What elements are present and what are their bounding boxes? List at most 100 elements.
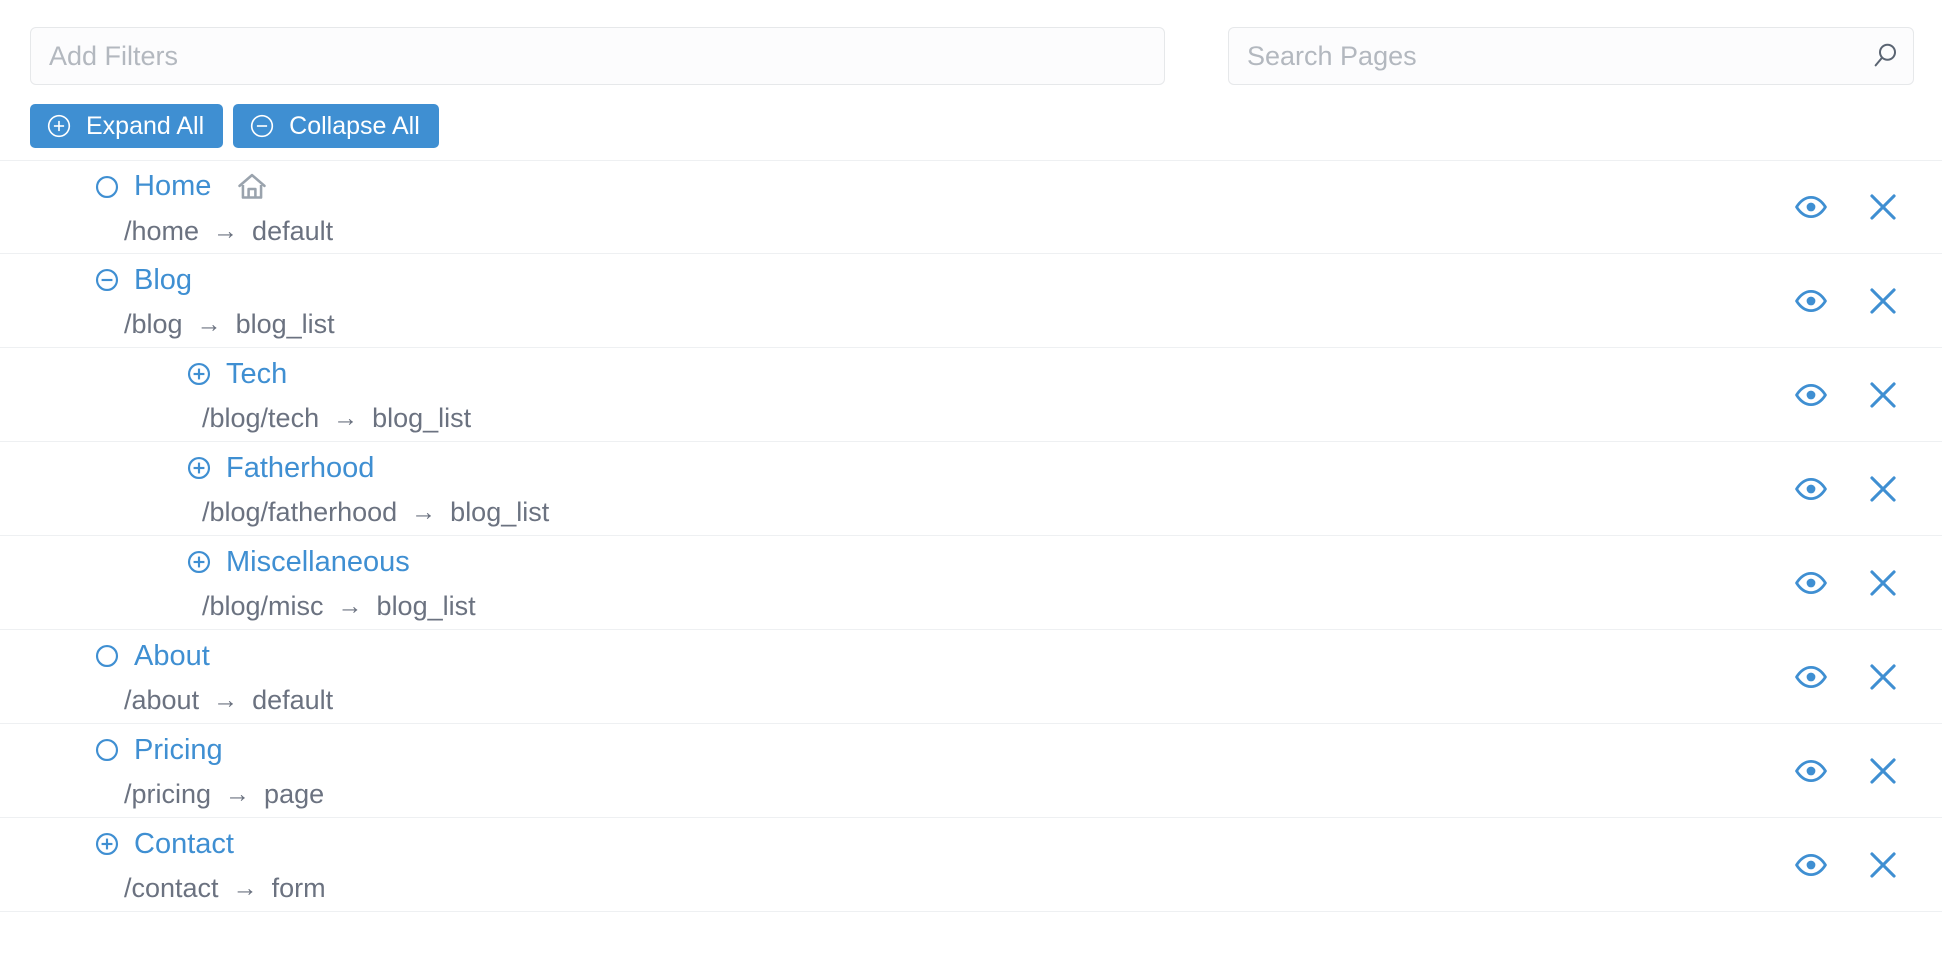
plus-circle-icon[interactable] bbox=[94, 831, 120, 857]
page-path: /home bbox=[124, 215, 200, 246]
tree-row-title: Tech bbox=[186, 355, 1722, 393]
page-tree-manager: Expand All Collapse All Home/home → defaul… bbox=[0, 0, 1942, 964]
home-icon bbox=[238, 173, 267, 199]
page-name-link[interactable]: Tech bbox=[226, 359, 287, 389]
tree-row-meta: /about → default bbox=[94, 685, 1722, 716]
row-actions bbox=[1794, 818, 1900, 911]
expand-all-label: Expand All bbox=[86, 111, 205, 140]
tree-row-title: Miscellaneous bbox=[186, 543, 1722, 581]
close-x-icon[interactable] bbox=[1866, 754, 1900, 788]
tree-row-content: Fatherhood/blog/fatherhood → blog_list bbox=[0, 442, 1722, 535]
circle-empty-icon[interactable] bbox=[94, 174, 120, 200]
page-path: /contact bbox=[124, 873, 219, 903]
tree-row-meta: /blog → blog_list bbox=[94, 309, 1722, 340]
eye-icon[interactable] bbox=[1794, 284, 1828, 318]
tree-row-title: Contact bbox=[94, 825, 1722, 863]
collapse-all-label: Collapse All bbox=[289, 111, 420, 140]
collapse-all-button[interactable]: Collapse All bbox=[233, 104, 439, 148]
eye-icon[interactable] bbox=[1794, 378, 1828, 412]
page-name-link[interactable]: Pricing bbox=[134, 735, 223, 765]
row-actions bbox=[1794, 254, 1900, 347]
page-path: /about bbox=[124, 685, 200, 715]
row-actions bbox=[1794, 630, 1900, 723]
search-container bbox=[1228, 27, 1914, 85]
tree-row-title: Fatherhood bbox=[186, 449, 1722, 487]
close-x-icon[interactable] bbox=[1866, 566, 1900, 600]
tree-row: Contact/contact → form bbox=[0, 818, 1942, 912]
arrow-right-icon: → bbox=[213, 216, 239, 245]
eye-icon[interactable] bbox=[1794, 190, 1828, 224]
search-input[interactable] bbox=[1228, 27, 1914, 85]
page-name-link[interactable]: Miscellaneous bbox=[226, 547, 410, 577]
close-x-icon[interactable] bbox=[1866, 472, 1900, 506]
tree-row-title: Pricing bbox=[94, 731, 1722, 769]
page-template: default bbox=[252, 215, 334, 246]
tree-row-meta: /contact → form bbox=[94, 873, 1722, 904]
minus-circle-icon[interactable] bbox=[94, 267, 120, 293]
page-name-link[interactable]: Contact bbox=[134, 829, 234, 859]
plus-circle-icon[interactable] bbox=[186, 455, 212, 481]
arrow-right-icon: → bbox=[196, 310, 222, 338]
page-template: form bbox=[271, 873, 326, 903]
arrow-right-icon: → bbox=[213, 686, 239, 714]
tree-row-meta: /pricing → page bbox=[94, 779, 1722, 810]
tree-row-content: Contact/contact → form bbox=[0, 818, 1722, 911]
arrow-right-icon: → bbox=[232, 874, 258, 902]
close-x-icon[interactable] bbox=[1866, 378, 1900, 412]
tree-row: Home/home → default bbox=[0, 160, 1942, 254]
row-actions bbox=[1794, 724, 1900, 817]
eye-icon[interactable] bbox=[1794, 660, 1828, 694]
page-name-link[interactable]: Home bbox=[134, 172, 211, 201]
arrow-right-icon: → bbox=[411, 498, 437, 526]
page-tree: Home/home → default Blog/blog → blog_list Tech… bbox=[0, 160, 1942, 912]
page-template: blog_list bbox=[376, 591, 476, 621]
eye-icon[interactable] bbox=[1794, 848, 1828, 882]
tree-row-content: Miscellaneous/blog/misc → blog_list bbox=[0, 536, 1722, 629]
plus-circle-icon[interactable] bbox=[186, 549, 212, 575]
tree-row: Fatherhood/blog/fatherhood → blog_list bbox=[0, 442, 1942, 536]
row-actions bbox=[1794, 536, 1900, 629]
bulk-action-buttons: Expand All Collapse All bbox=[30, 104, 439, 148]
tree-row: Miscellaneous/blog/misc → blog_list bbox=[0, 536, 1942, 630]
tree-row: Pricing/pricing → page bbox=[0, 724, 1942, 818]
tree-row-content: Pricing/pricing → page bbox=[0, 724, 1722, 817]
page-name-link[interactable]: Fatherhood bbox=[226, 453, 374, 483]
row-actions bbox=[1794, 161, 1900, 253]
page-name-link[interactable]: Blog bbox=[134, 265, 192, 295]
filter-input[interactable] bbox=[30, 27, 1165, 85]
page-path: /blog/misc bbox=[202, 591, 324, 621]
close-x-icon[interactable] bbox=[1866, 660, 1900, 694]
minus-circle-icon bbox=[251, 114, 274, 138]
toolbar: Expand All Collapse All bbox=[0, 0, 1942, 160]
page-path: /blog/tech bbox=[202, 403, 320, 433]
tree-row-meta: /blog/misc → blog_list bbox=[186, 591, 1722, 622]
eye-icon[interactable] bbox=[1794, 754, 1828, 788]
eye-icon[interactable] bbox=[1794, 566, 1828, 600]
eye-icon[interactable] bbox=[1794, 472, 1828, 506]
circle-empty-icon[interactable] bbox=[94, 643, 120, 669]
tree-row-content: About/about → default bbox=[0, 630, 1722, 723]
plus-circle-icon bbox=[47, 114, 71, 138]
page-path: /pricing bbox=[124, 779, 212, 809]
page-template: blog_list bbox=[372, 403, 472, 433]
arrow-right-icon: → bbox=[333, 404, 359, 432]
tree-row-title: Home bbox=[94, 168, 1722, 206]
tree-row-title: About bbox=[94, 637, 1722, 675]
page-template: default bbox=[252, 685, 334, 715]
tree-row: About/about → default bbox=[0, 630, 1942, 724]
tree-row: Tech/blog/tech → blog_list bbox=[0, 348, 1942, 442]
page-name-link[interactable]: About bbox=[134, 641, 210, 671]
page-path: /blog/fatherhood bbox=[202, 497, 398, 527]
row-actions bbox=[1794, 442, 1900, 535]
tree-row-meta: /home → default bbox=[94, 216, 1722, 247]
page-template: page bbox=[264, 779, 325, 809]
circle-empty-icon[interactable] bbox=[94, 737, 120, 763]
close-x-icon[interactable] bbox=[1866, 848, 1900, 882]
plus-circle-icon[interactable] bbox=[186, 361, 212, 387]
close-x-icon[interactable] bbox=[1866, 284, 1900, 318]
arrow-right-icon: → bbox=[337, 592, 363, 620]
page-template: blog_list bbox=[450, 497, 550, 527]
close-x-icon[interactable] bbox=[1866, 190, 1900, 224]
expand-all-button[interactable]: Expand All bbox=[30, 104, 224, 148]
tree-row-meta: /blog/fatherhood → blog_list bbox=[186, 497, 1722, 528]
